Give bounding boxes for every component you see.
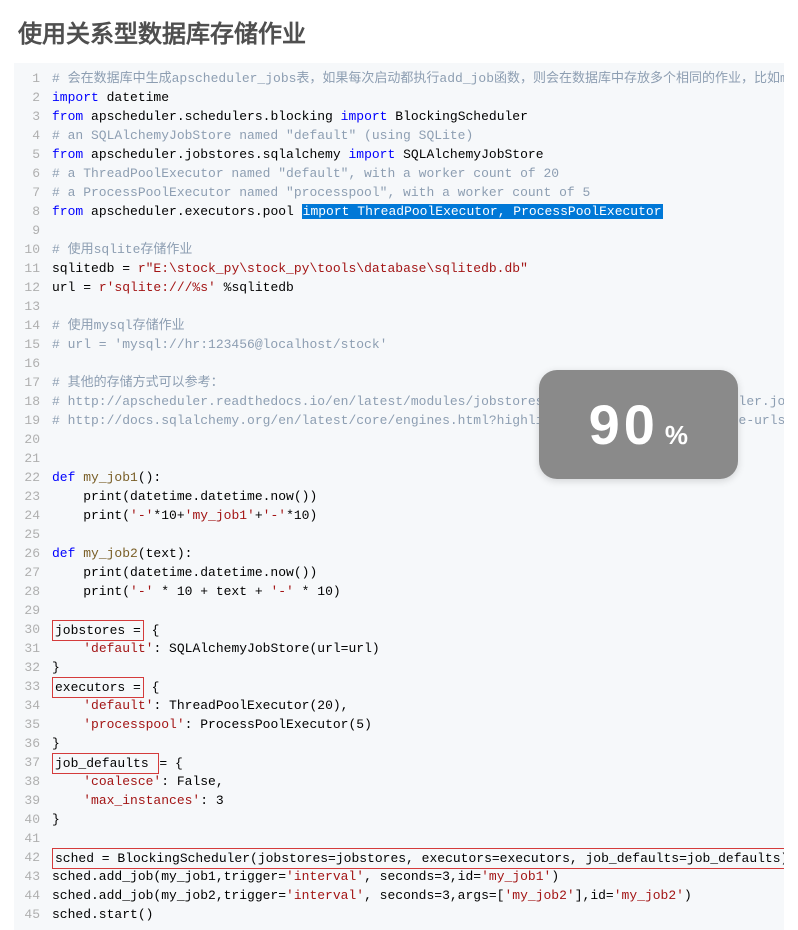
highlight-box: job_defaults	[52, 753, 159, 774]
document-container: 使用关系型数据库存储作业 123456789101112131415161718…	[0, 0, 798, 930]
line-number: 14	[18, 316, 40, 335]
line-number: 17	[18, 373, 40, 392]
line-number: 41	[18, 829, 40, 848]
line-number: 26	[18, 544, 40, 563]
code-block: 1234567891011121314151617181920212223242…	[14, 63, 784, 930]
code-line: }	[52, 734, 780, 753]
highlight-box: executors =	[52, 677, 144, 698]
code-line: sqlitedb = r"E:\stock_py\stock_py\tools\…	[52, 259, 780, 278]
line-number: 16	[18, 354, 40, 373]
code-line: executors = {	[52, 677, 780, 696]
line-number: 4	[18, 126, 40, 145]
code-line: # 使用mysql存储作业	[52, 316, 780, 335]
code-line: sched = BlockingScheduler(jobstores=jobs…	[52, 848, 780, 867]
line-number: 40	[18, 810, 40, 829]
code-line: # 会在数据库中生成apscheduler_jobs表，如果每次启动都执行add…	[52, 69, 780, 88]
code-line: sched.add_job(my_job2,trigger='interval'…	[52, 886, 780, 905]
code-line: job_defaults = {	[52, 753, 780, 772]
line-number: 32	[18, 658, 40, 677]
line-number: 12	[18, 278, 40, 297]
page-title: 使用关系型数据库存储作业	[0, 0, 798, 59]
line-number: 10	[18, 240, 40, 259]
code-line: # an SQLAlchemyJobStore named "default" …	[52, 126, 780, 145]
overlay-badge: 90 %	[539, 370, 738, 479]
code-line: # a ProcessPoolExecutor named "processpo…	[52, 183, 780, 202]
line-number: 29	[18, 601, 40, 620]
line-number: 21	[18, 449, 40, 468]
line-number: 43	[18, 867, 40, 886]
code-line	[52, 601, 780, 620]
line-number: 9	[18, 221, 40, 240]
code-line	[52, 525, 780, 544]
line-number: 23	[18, 487, 40, 506]
line-number: 3	[18, 107, 40, 126]
line-number: 7	[18, 183, 40, 202]
line-number: 11	[18, 259, 40, 278]
code-line: 'processpool': ProcessPoolExecutor(5)	[52, 715, 780, 734]
line-number: 1	[18, 69, 40, 88]
code-line: 'max_instances': 3	[52, 791, 780, 810]
line-number: 24	[18, 506, 40, 525]
overlay-value: 90	[589, 392, 659, 457]
line-number: 35	[18, 715, 40, 734]
line-number: 13	[18, 297, 40, 316]
code-line: from apscheduler.jobstores.sqlalchemy im…	[52, 145, 780, 164]
highlight-box: sched = BlockingScheduler(jobstores=jobs…	[52, 848, 784, 869]
code-line: def my_job2(text):	[52, 544, 780, 563]
line-number: 28	[18, 582, 40, 601]
line-number: 45	[18, 905, 40, 924]
line-number: 8	[18, 202, 40, 221]
line-number: 31	[18, 639, 40, 658]
code-line: 'default': SQLAlchemyJobStore(url=url)	[52, 639, 780, 658]
code-line: # 使用sqlite存储作业	[52, 240, 780, 259]
code-line: 'default': ThreadPoolExecutor(20),	[52, 696, 780, 715]
code-line	[52, 829, 780, 848]
code-line	[52, 297, 780, 316]
code-line: print(datetime.datetime.now())	[52, 487, 780, 506]
overlay-unit: %	[665, 420, 688, 451]
code-line: print(datetime.datetime.now())	[52, 563, 780, 582]
code-line: import datetime	[52, 88, 780, 107]
line-number: 44	[18, 886, 40, 905]
line-number: 27	[18, 563, 40, 582]
line-number: 6	[18, 164, 40, 183]
line-number: 5	[18, 145, 40, 164]
line-number: 18	[18, 392, 40, 411]
line-number: 22	[18, 468, 40, 487]
code-line: 'coalesce': False,	[52, 772, 780, 791]
code-line: print('-' * 10 + text + '-' * 10)	[52, 582, 780, 601]
code-line: }	[52, 658, 780, 677]
line-number: 39	[18, 791, 40, 810]
line-number: 34	[18, 696, 40, 715]
line-number: 20	[18, 430, 40, 449]
line-number: 33	[18, 677, 40, 696]
code-line: # url = 'mysql://hr:123456@localhost/sto…	[52, 335, 780, 354]
line-number: 30	[18, 620, 40, 639]
code-line: from apscheduler.executors.pool import T…	[52, 202, 780, 221]
code-line: sched.add_job(my_job1,trigger='interval'…	[52, 867, 780, 886]
highlight-box: jobstores =	[52, 620, 144, 641]
code-line: jobstores = {	[52, 620, 780, 639]
code-area[interactable]: # 会在数据库中生成apscheduler_jobs表，如果每次启动都执行add…	[48, 63, 784, 930]
line-number: 2	[18, 88, 40, 107]
line-number: 15	[18, 335, 40, 354]
line-number: 37	[18, 753, 40, 772]
code-line: url = r'sqlite:///%s' %sqlitedb	[52, 278, 780, 297]
line-number: 36	[18, 734, 40, 753]
line-gutter: 1234567891011121314151617181920212223242…	[14, 63, 48, 930]
line-number: 19	[18, 411, 40, 430]
code-line: print('-'*10+'my_job1'+'-'*10)	[52, 506, 780, 525]
code-line: from apscheduler.schedulers.blocking imp…	[52, 107, 780, 126]
code-line: }	[52, 810, 780, 829]
code-line: sched.start()	[52, 905, 780, 924]
code-line	[52, 221, 780, 240]
line-number: 42	[18, 848, 40, 867]
line-number: 25	[18, 525, 40, 544]
code-line: # a ThreadPoolExecutor named "default", …	[52, 164, 780, 183]
line-number: 38	[18, 772, 40, 791]
